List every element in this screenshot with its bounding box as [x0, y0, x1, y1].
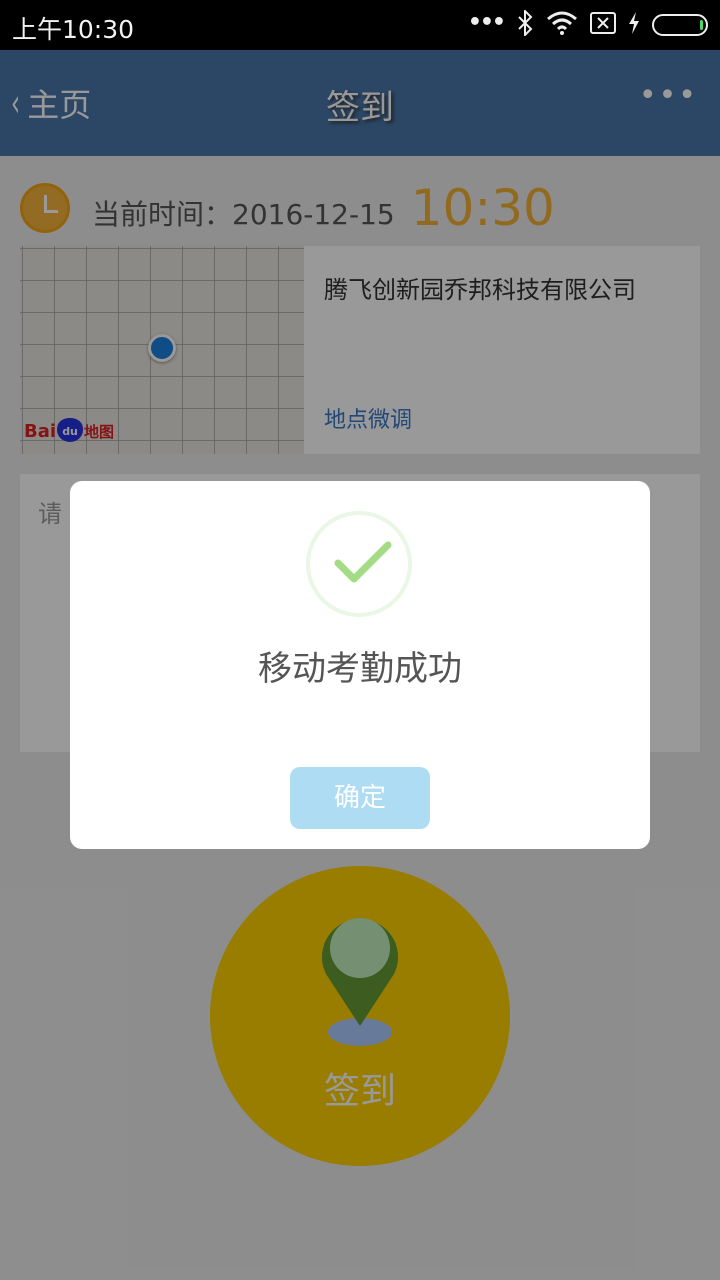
status-bar: 上午10:30 •••	[0, 0, 720, 50]
success-dialog: 移动考勤成功 确定	[70, 481, 650, 849]
wifi-icon	[546, 11, 578, 39]
success-check-icon	[306, 511, 412, 617]
dialog-message: 移动考勤成功	[258, 649, 462, 689]
more-dots-icon: •••	[467, 9, 506, 35]
confirm-button[interactable]: 确定	[290, 767, 430, 829]
battery-icon	[652, 14, 708, 36]
no-sim-icon	[590, 12, 616, 38]
status-time: 上午10:30	[12, 15, 135, 44]
bluetooth-icon	[516, 8, 534, 40]
status-icons: •••	[467, 8, 708, 40]
charging-icon	[628, 12, 640, 38]
